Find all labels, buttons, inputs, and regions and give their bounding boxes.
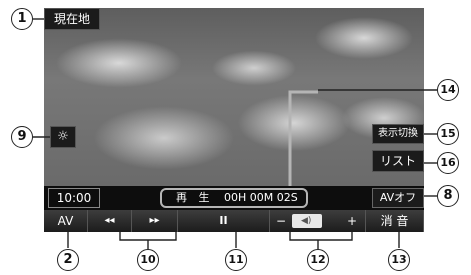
pause-icon: II xyxy=(219,214,228,227)
volume-down-button[interactable]: − xyxy=(276,210,286,232)
callout-16: 16 xyxy=(437,152,459,174)
playback-info: 再 生 00H 00M 02S xyxy=(160,188,308,208)
callout-14: 14 xyxy=(437,79,459,101)
pause-button[interactable]: II xyxy=(178,210,270,232)
rewind-button[interactable]: ◂◂ xyxy=(88,210,132,232)
callout-15: 15 xyxy=(437,123,459,145)
volume-control: − ◀) + xyxy=(270,210,366,232)
volume-up-button[interactable]: + xyxy=(347,210,357,232)
callout-2: 2 xyxy=(57,249,79,271)
mute-button[interactable]: 消 音 xyxy=(366,210,424,232)
forward-icon: ▸▸ xyxy=(149,215,160,226)
sun-icon: ☼ xyxy=(57,129,69,144)
speaker-icon: ◀) xyxy=(301,216,312,226)
callout-8: 8 xyxy=(437,185,459,207)
callout-11: 11 xyxy=(225,249,247,271)
av-off-button[interactable]: AVオフ xyxy=(372,188,424,208)
forward-button[interactable]: ▸▸ xyxy=(132,210,178,232)
callout-12: 12 xyxy=(307,249,329,271)
callout-9: 9 xyxy=(11,126,33,148)
callout-1: 1 xyxy=(11,8,33,30)
video-screen: 現在地 ☼ 表示切換 リスト 10:00 再 生 00H 00M 02S AVオ… xyxy=(44,8,424,232)
rewind-icon: ◂◂ xyxy=(104,215,115,226)
brightness-button[interactable]: ☼ xyxy=(50,126,76,148)
play-time: 00H 00M 02S xyxy=(224,191,298,204)
list-button[interactable]: リスト xyxy=(372,150,424,172)
display-switch-button[interactable]: 表示切換 xyxy=(372,124,424,144)
callout-13: 13 xyxy=(388,249,410,271)
clock: 10:00 xyxy=(48,188,100,208)
callout-10: 10 xyxy=(137,249,159,271)
av-button[interactable]: AV xyxy=(44,210,88,232)
current-location-button[interactable]: 現在地 xyxy=(44,8,100,30)
volume-indicator: ◀) xyxy=(292,214,322,228)
play-status: 再 生 xyxy=(176,191,214,204)
video-frame xyxy=(44,8,424,186)
